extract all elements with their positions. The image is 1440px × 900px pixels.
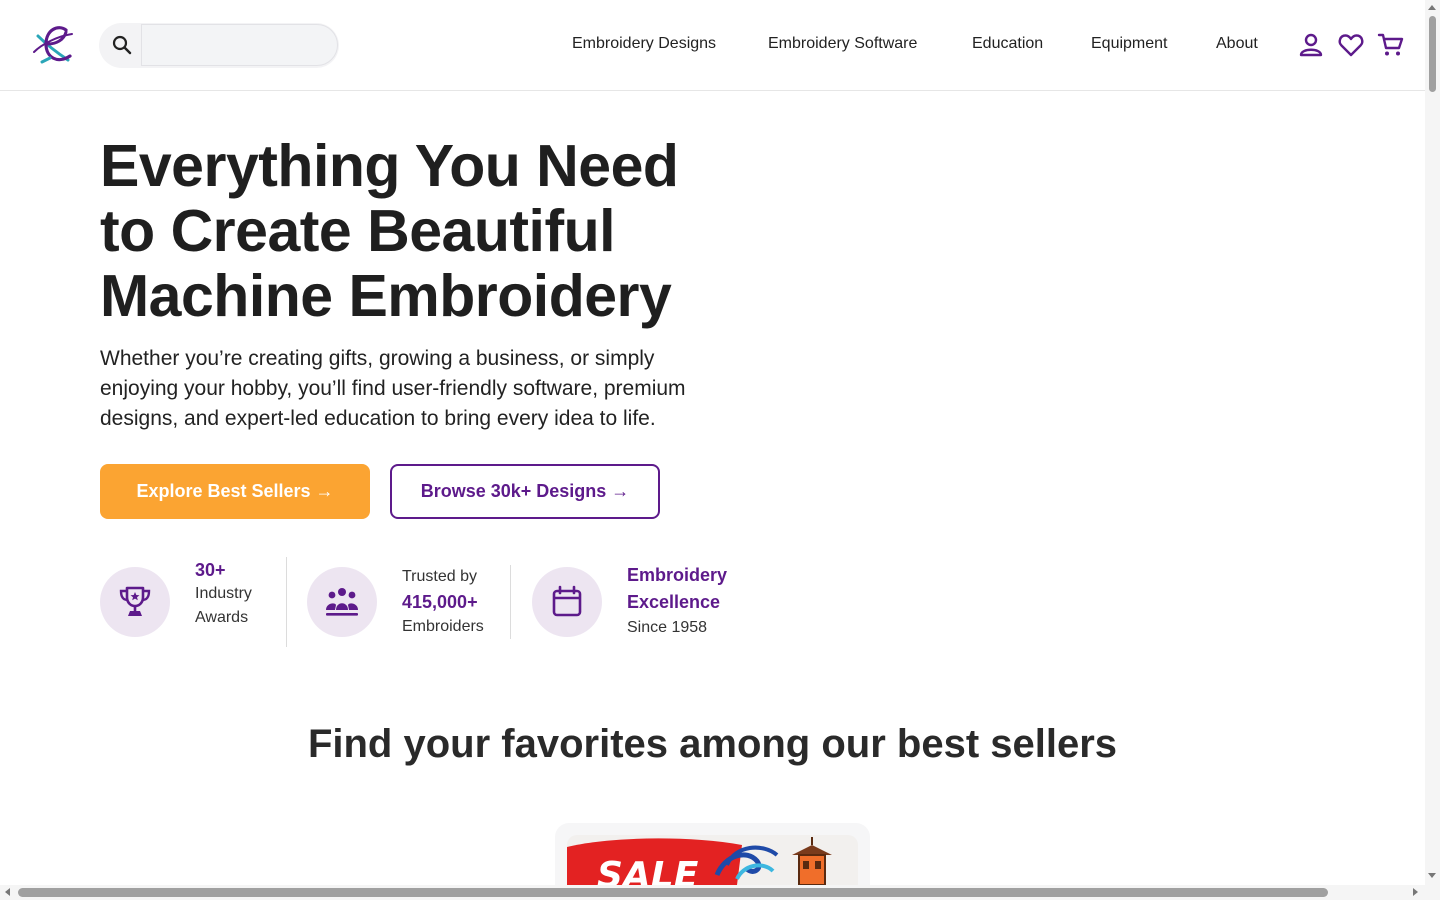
search-icon[interactable] [110, 33, 134, 57]
stat-awards-label: Awards [195, 609, 249, 626]
sale-illustration: SALE [567, 837, 832, 885]
hero-title-line: Everything You Need [100, 133, 679, 199]
product-card-image[interactable]: SALE [567, 835, 858, 885]
scroll-left-arrow-icon[interactable] [5, 888, 10, 896]
stat-since-circle [532, 567, 602, 637]
browse-designs-button[interactable]: Browse 30k+ Designs → [390, 464, 660, 519]
wishlist-heart-icon[interactable] [1337, 31, 1365, 59]
people-group-icon [326, 588, 358, 616]
stat-embroiders-value: 415,000+ [402, 592, 478, 612]
stat-awards-value: 30+ [195, 560, 226, 580]
best-sellers-title: Find your favorites among our best selle… [307, 722, 1118, 766]
scroll-up-arrow-icon[interactable] [1428, 5, 1436, 10]
scroll-right-arrow-icon[interactable] [1413, 888, 1418, 896]
nav-embroidery-software[interactable]: Embroidery Software [768, 35, 917, 53]
calendar-icon [552, 585, 582, 617]
stat-since-value: Excellence [627, 592, 721, 612]
stat-awards-circle [100, 567, 170, 637]
stat-embroiders-label: Trusted by [402, 568, 477, 585]
stat-since-label: Since 1958 [627, 619, 708, 636]
vertical-scrollbar[interactable] [1425, 0, 1440, 885]
account-icon[interactable] [1297, 31, 1325, 59]
search-input[interactable] [141, 24, 338, 66]
sale-text: SALE [597, 855, 699, 885]
stat-embroiders-circle [307, 567, 377, 637]
horizontal-scrollbar-thumb[interactable] [18, 888, 1328, 897]
nav-about[interactable]: About [1216, 35, 1258, 53]
stat-awards: 30+ Industry Awards [195, 558, 252, 630]
hero-title-line: to Create Beautiful [100, 198, 616, 264]
hero-subtitle-line: Whether you’re creating gifts, growing a… [100, 347, 655, 370]
cart-icon[interactable] [1377, 31, 1405, 59]
stat-embroiders-label: Embroiders [402, 618, 484, 635]
trophy-icon [119, 586, 151, 616]
scroll-down-arrow-icon[interactable] [1428, 873, 1436, 878]
vertical-scrollbar-thumb[interactable] [1429, 16, 1436, 92]
explore-best-sellers-button[interactable]: Explore Best Sellers → [100, 464, 370, 519]
stat-divider [510, 565, 511, 639]
stat-embroiders: Trusted by 415,000+ Embroiders [402, 565, 484, 639]
stat-since: Embroidery Excellence Since 1958 [627, 562, 727, 640]
hero-subtitle-line: designs, and expert-led education to bri… [100, 407, 656, 430]
hero-title-line: Machine Embroidery [100, 263, 672, 329]
stat-since-value: Embroidery [627, 565, 728, 585]
nav-education[interactable]: Education [972, 35, 1043, 53]
hero-subtitle: Whether you’re creating gifts, growing a… [100, 344, 780, 434]
brand-logo[interactable] [28, 22, 76, 68]
nav-embroidery-designs[interactable]: Embroidery Designs [572, 35, 716, 53]
stat-awards-label: Industry [195, 585, 252, 602]
hero-title: Everything You Need to Create Beautiful … [100, 134, 820, 329]
hero-subtitle-line: enjoying your hobby, you’ll find user-fr… [100, 377, 686, 400]
stat-divider [286, 557, 287, 647]
nav-equipment[interactable]: Equipment [1091, 35, 1168, 53]
